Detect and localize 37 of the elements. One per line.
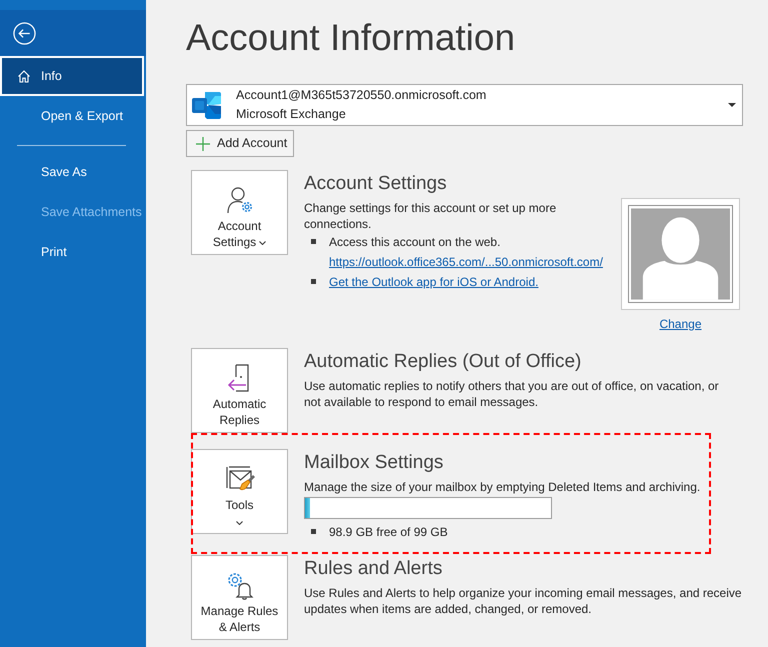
chevron-down-icon — [236, 521, 243, 525]
bullet-icon — [311, 529, 316, 534]
section-heading: Mailbox Settings — [304, 451, 444, 475]
account-type: Microsoft Exchange — [236, 106, 347, 123]
section-heading: Account Settings — [304, 172, 448, 196]
account-dropdown[interactable]: Account1@M365t53720550.onmicrosoft.com Microsoft Exchange — [186, 84, 743, 126]
home-icon — [17, 69, 31, 83]
automatic-replies-button[interactable]: Automatic Replies — [191, 348, 288, 433]
section-description: Use Rules and Alerts to help organize your incoming email messages, and receive updates when items are added, changed, or removed. — [304, 585, 743, 617]
add-account-button[interactable]: Add Account — [186, 130, 294, 157]
chevron-down-icon — [259, 240, 266, 245]
plus-icon — [196, 136, 210, 150]
account-email: Account1@M365t53720550.onmicrosoft.com — [236, 87, 488, 104]
bullet-text: Access this account on the web. — [329, 234, 502, 251]
dropdown-caret-icon — [728, 103, 736, 107]
section-description: Use automatic replies to notify others that you are out of office, on vacation, or not available to respond to email messages. — [304, 378, 720, 410]
section-description: Change settings for this account or set up more connections. — [304, 200, 558, 232]
sidebar-item[interactable]: Info — [0, 56, 144, 96]
sidebar-item[interactable]: Print — [0, 232, 144, 272]
change-photo-link[interactable]: Change — [659, 316, 702, 332]
account-logo-icon — [191, 90, 222, 120]
link[interactable]: https://outlook.office365.com/...50.onmicrosoft.com/ — [329, 252, 603, 272]
bullet-icon — [311, 279, 316, 284]
person-gear-icon — [224, 185, 254, 215]
section-heading: Rules and Alerts — [304, 557, 444, 581]
section-heading: Automatic Replies (Out of Office) — [304, 350, 582, 374]
sidebar-item[interactable]: Open & Export — [0, 96, 144, 136]
tools-button[interactable]: Tools — [191, 449, 288, 534]
section-description: Manage the size of your mailbox by emptying Deleted Items and archiving. — [304, 479, 702, 495]
back-button[interactable] — [0, 10, 146, 56]
quota-text: 98.9 GB free of 99 GB — [329, 524, 448, 541]
bullet-icon — [311, 239, 316, 244]
manage-rules-button[interactable]: Manage Rules & Alerts — [191, 555, 288, 640]
link[interactable]: Get the Outlook app for iOS or Android. — [329, 272, 538, 292]
account-settings-button[interactable]: Account Settings — [191, 170, 288, 255]
page-title: Account Information — [186, 16, 516, 60]
sidebar-item[interactable]: Save As — [0, 152, 144, 192]
